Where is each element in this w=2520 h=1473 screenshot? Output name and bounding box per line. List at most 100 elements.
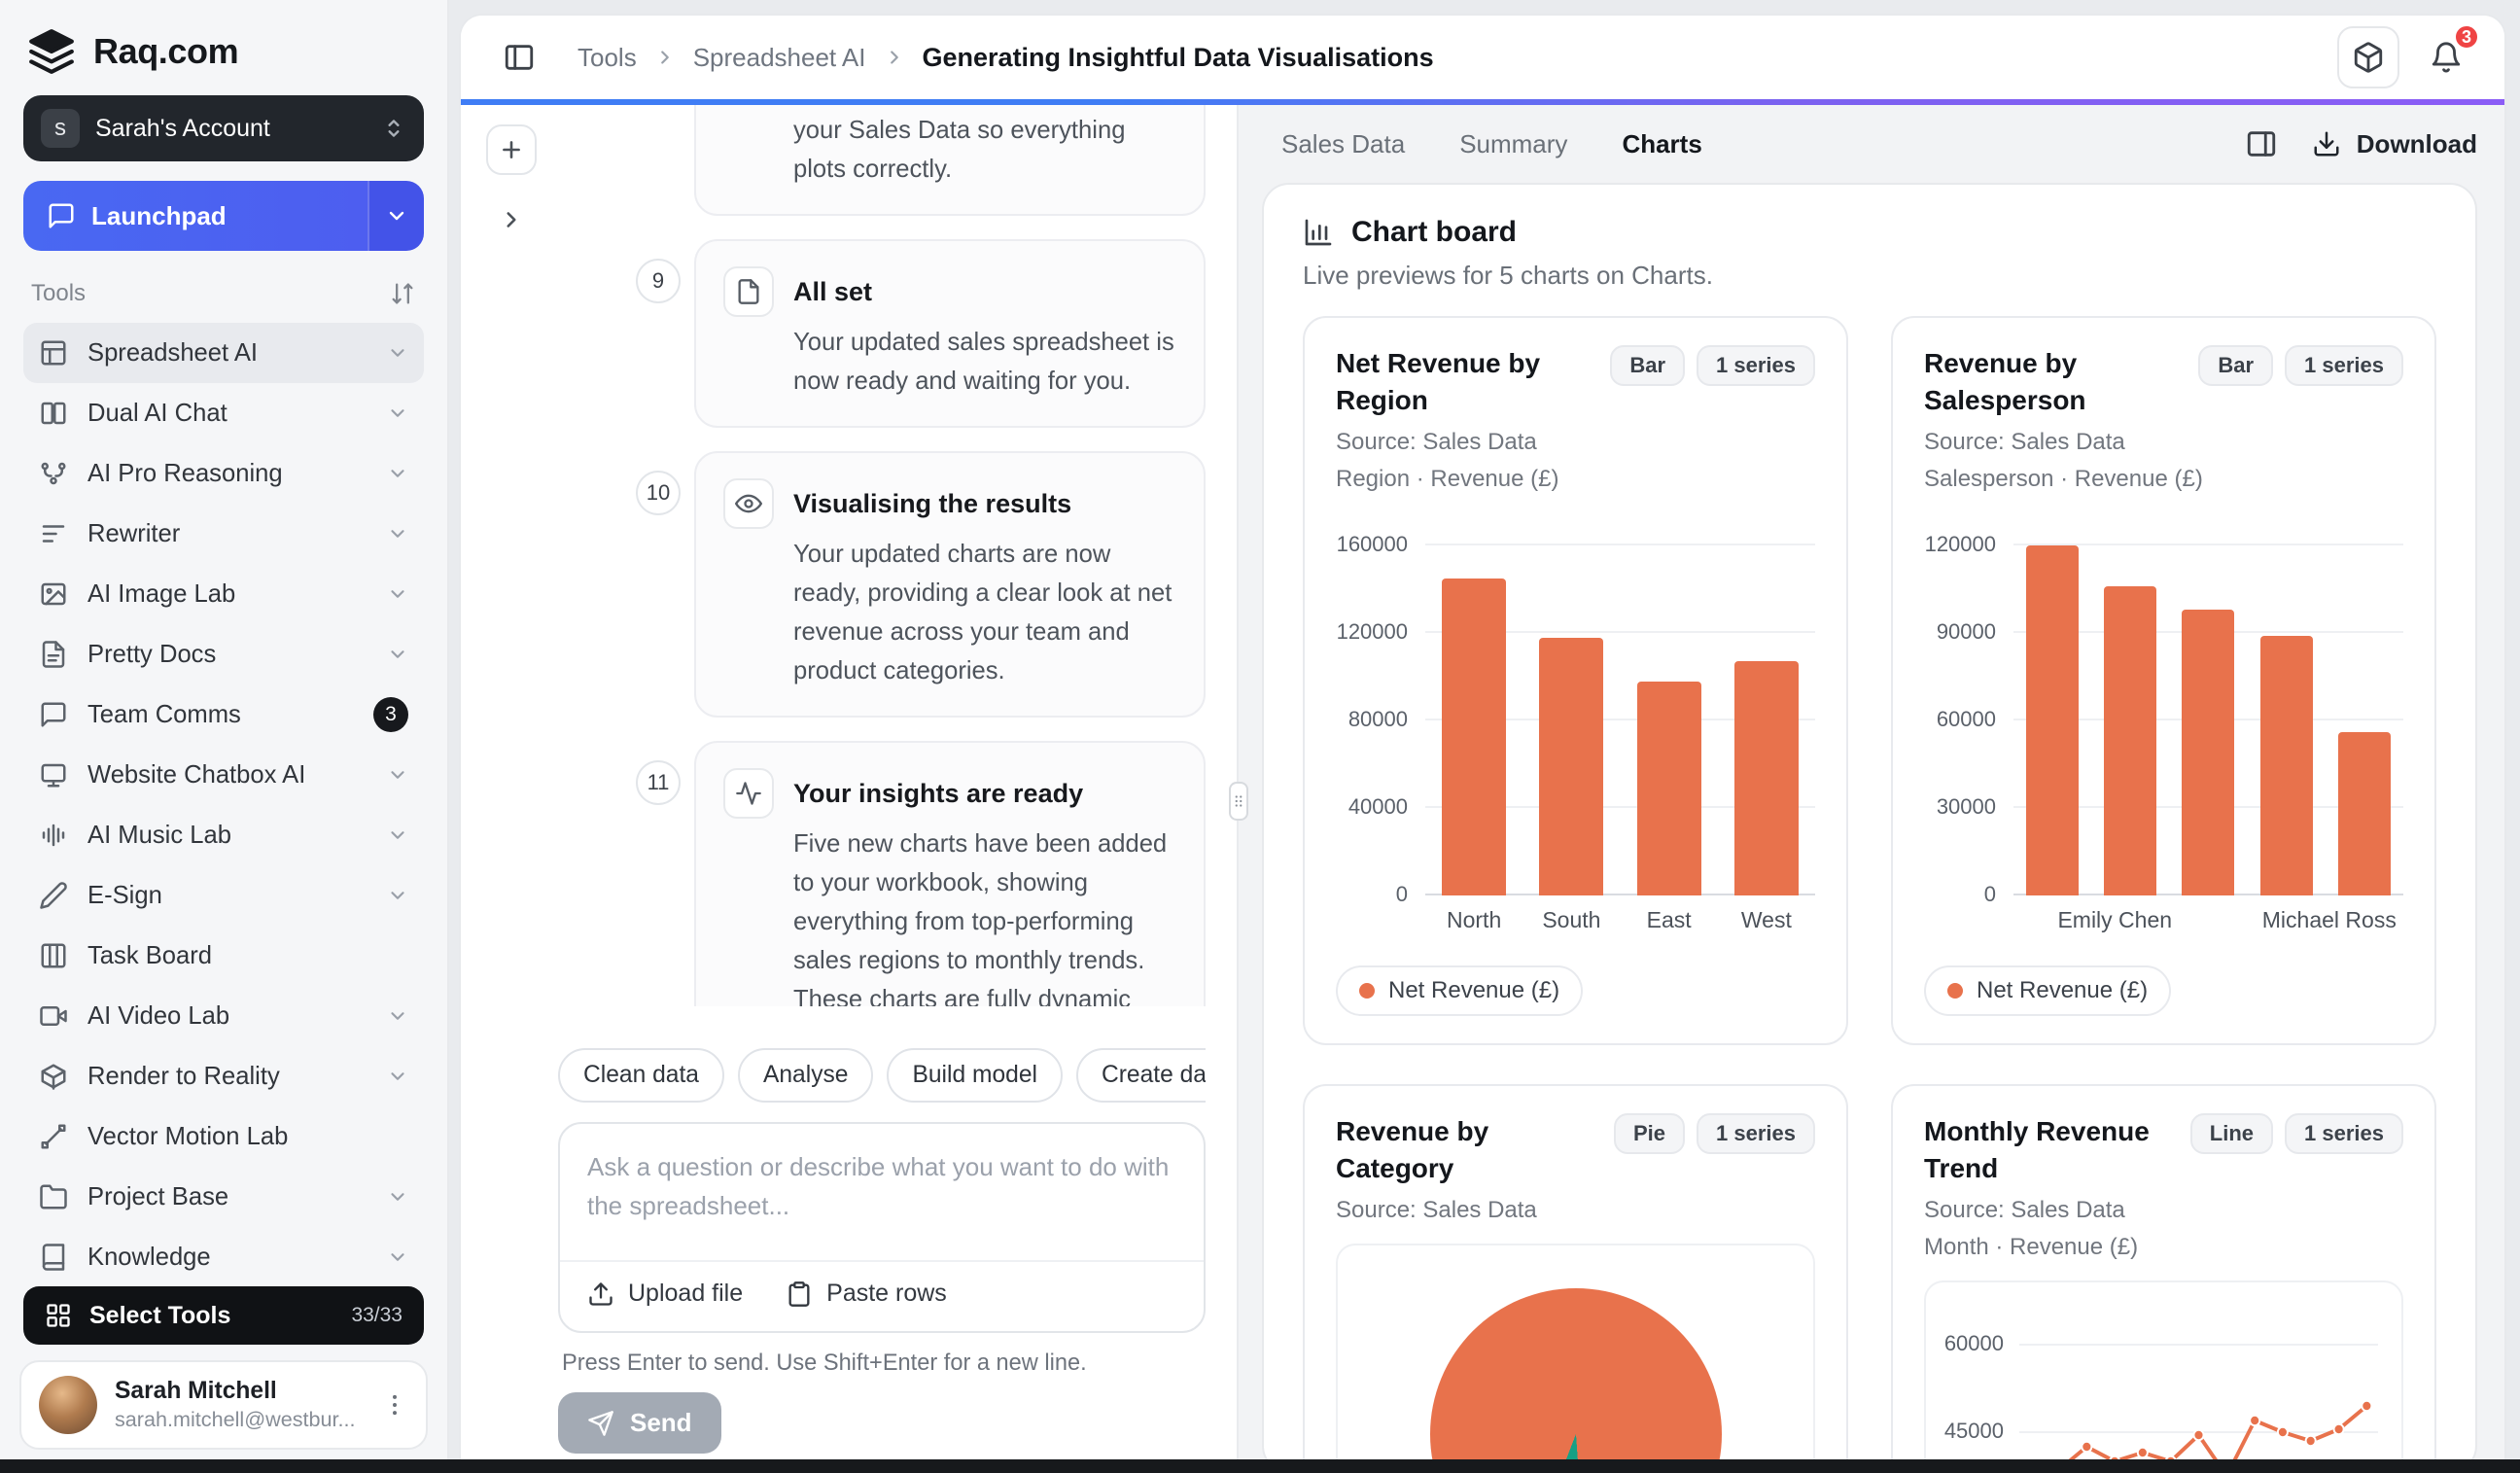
sidebar-item-label: Team Comms — [88, 701, 354, 729]
step-content: Your insights are ready Five new charts h… — [793, 768, 1176, 1006]
tab-summary[interactable]: Summary — [1459, 129, 1567, 159]
y-axis: 0300006000090000120000 — [1924, 516, 2013, 895]
image-lab-icon — [39, 579, 68, 609]
launchpad-button[interactable]: Launchpad — [23, 181, 424, 251]
chevron-down-icon — [387, 583, 408, 605]
y-axis-tick: 80000 — [1348, 707, 1408, 732]
sidebar-item-render-to-reality[interactable]: Render to Reality — [23, 1046, 424, 1106]
breadcrumb-item[interactable]: Tools — [578, 43, 637, 73]
quick-action-create-dashboard[interactable]: Create dashboard — [1076, 1048, 1206, 1103]
sidebar-item-ai-pro-reasoning[interactable]: AI Pro Reasoning — [23, 443, 424, 504]
tab-charts[interactable]: Charts — [1622, 129, 1701, 159]
app: Raq.com s Sarah's Account Launchpad Tool… — [0, 0, 2520, 1473]
cube-icon — [2352, 41, 2385, 74]
chart-source: Source: Sales Data — [1924, 429, 2403, 456]
select-tools-button[interactable]: Select Tools 33/33 — [23, 1286, 424, 1345]
sidebar-item-team-comms[interactable]: Team Comms3 — [23, 684, 424, 745]
pie-chart — [1430, 1288, 1722, 1473]
legend-label: Net Revenue (£) — [1388, 977, 1559, 1004]
bar-slot — [2260, 636, 2313, 895]
workspace-tabs-row: Sales Data Summary Charts Download — [1239, 105, 2504, 183]
sidebar-item-project-base[interactable]: Project Base — [23, 1167, 424, 1227]
sidebar-item-pretty-docs[interactable]: Pretty Docs — [23, 624, 424, 684]
brand[interactable]: Raq.com — [0, 0, 447, 95]
bar-series-1 — [2104, 586, 2156, 895]
x-axis-label: North — [1425, 907, 1522, 938]
topbar: ToolsSpreadsheet AIGenerating Insightful… — [461, 16, 2504, 99]
chart-type-badge: Pie — [1614, 1113, 1685, 1154]
step-body: Five new charts have been added to your … — [793, 824, 1176, 1006]
collapse-panel-button[interactable] — [2230, 113, 2292, 175]
sidebar-item-spreadsheet-ai[interactable]: Spreadsheet AI — [23, 323, 424, 383]
sort-icon[interactable] — [389, 280, 416, 307]
quick-action-clean-data[interactable]: Clean data — [558, 1048, 724, 1103]
brand-logo-icon — [27, 27, 76, 76]
y-axis-tick: 120000 — [1337, 619, 1408, 645]
sidebar-item-vector-motion-lab[interactable]: Vector Motion Lab — [23, 1106, 424, 1167]
chart-axis-caption: Month · Revenue (£) — [1924, 1234, 2403, 1261]
launchpad-dropdown-button[interactable] — [368, 181, 424, 251]
new-chat-button[interactable] — [486, 124, 537, 175]
kebab-menu-icon[interactable] — [381, 1391, 408, 1419]
upload-file-button[interactable]: Upload file — [587, 1280, 743, 1308]
bottom-edge-strip — [0, 1459, 2520, 1473]
sidebar-item-dual-ai-chat[interactable]: Dual AI Chat — [23, 383, 424, 443]
integrations-cube-button[interactable] — [2337, 26, 2399, 88]
chevron-down-icon — [387, 1005, 408, 1027]
download-label: Download — [2357, 129, 2477, 159]
step-row-9: 9All setYour updated sales spreadsheet i… — [694, 239, 1206, 428]
notifications-button[interactable]: 3 — [2415, 26, 2477, 88]
step-row-partial: your Sales Data so everything plots corr… — [694, 105, 1206, 216]
quick-action-build-model[interactable]: Build model — [887, 1048, 1063, 1103]
chevron-down-icon — [387, 644, 408, 665]
chart-title: Net Revenue by Region — [1336, 345, 1594, 419]
sidebar-toggle-button[interactable] — [488, 26, 550, 88]
bar-slot — [1637, 682, 1701, 896]
y-axis-tick: 160000 — [1337, 532, 1408, 557]
bars — [1425, 516, 1815, 895]
sidebar-item-ai-music-lab[interactable]: AI Music Lab — [23, 805, 424, 865]
download-button[interactable]: Download — [2312, 129, 2477, 159]
bar-slot — [1734, 661, 1799, 895]
legend-row: Net Revenue (£) — [1336, 938, 1815, 1016]
sidebar-item-rewriter[interactable]: Rewriter — [23, 504, 424, 564]
panel-resize-handle[interactable] — [1229, 782, 1248, 821]
chart-title: Monthly Revenue Trend — [1924, 1113, 2175, 1187]
sidebar-item-e-sign[interactable]: E-Sign — [23, 865, 424, 926]
chart-source: Source: Sales Data — [1336, 1197, 1815, 1224]
file-icon — [735, 278, 762, 305]
step-icon-box — [723, 478, 774, 529]
chart-card-header: Monthly Revenue TrendLine1 series — [1924, 1113, 2403, 1187]
paste-rows-button[interactable]: Paste rows — [786, 1280, 947, 1308]
y-axis-tick: 40000 — [1348, 794, 1408, 820]
collapse-chat-button[interactable] — [486, 194, 537, 245]
sidebar-item-label: Knowledge — [88, 1244, 368, 1272]
sidebar-item-label: Project Base — [88, 1183, 368, 1211]
bar-series-2 — [2182, 610, 2234, 895]
music-lab-icon — [39, 821, 68, 850]
send-button[interactable]: Send — [558, 1392, 721, 1454]
step-icon-box — [723, 266, 774, 317]
reasoning-icon — [39, 459, 68, 488]
chart-card-revenue-by-category: Revenue by CategoryPie1 series Source: Sa… — [1303, 1084, 1848, 1473]
chart-card-revenue-by-salesperson: Revenue by SalespersonBar1 seriesSource:… — [1891, 316, 2436, 1045]
user-profile[interactable]: Sarah Mitchell sarah.mitchell@westbur... — [19, 1360, 428, 1450]
chart-card-header: Revenue by CategoryPie1 series — [1336, 1113, 1815, 1187]
spreadsheet-icon — [39, 338, 68, 368]
account-initial-badge: s — [41, 109, 80, 148]
sidebar-item-ai-image-lab[interactable]: AI Image Lab — [23, 564, 424, 624]
tab-sales-data[interactable]: Sales Data — [1281, 129, 1405, 159]
step-title: Your insights are ready — [793, 768, 1176, 813]
step-number: 11 — [636, 760, 681, 805]
chevron-down-icon — [387, 824, 408, 846]
chat-input[interactable]: Ask a question or describe what you want… — [587, 1147, 1176, 1260]
step-content: All setYour updated sales spreadsheet is… — [793, 266, 1176, 401]
sidebar-item-knowledge[interactable]: Knowledge — [23, 1227, 424, 1275]
account-switcher[interactable]: s Sarah's Account — [23, 95, 424, 161]
sidebar-item-website-chatbox-ai[interactable]: Website Chatbox AI — [23, 745, 424, 805]
breadcrumb-item[interactable]: Spreadsheet AI — [693, 43, 866, 73]
sidebar-item-task-board[interactable]: Task Board — [23, 926, 424, 986]
quick-action-analyse[interactable]: Analyse — [738, 1048, 874, 1103]
sidebar-item-ai-video-lab[interactable]: AI Video Lab — [23, 986, 424, 1046]
composer-block: Clean data AnalyseBuild modelCreate dashb… — [461, 1033, 1237, 1473]
